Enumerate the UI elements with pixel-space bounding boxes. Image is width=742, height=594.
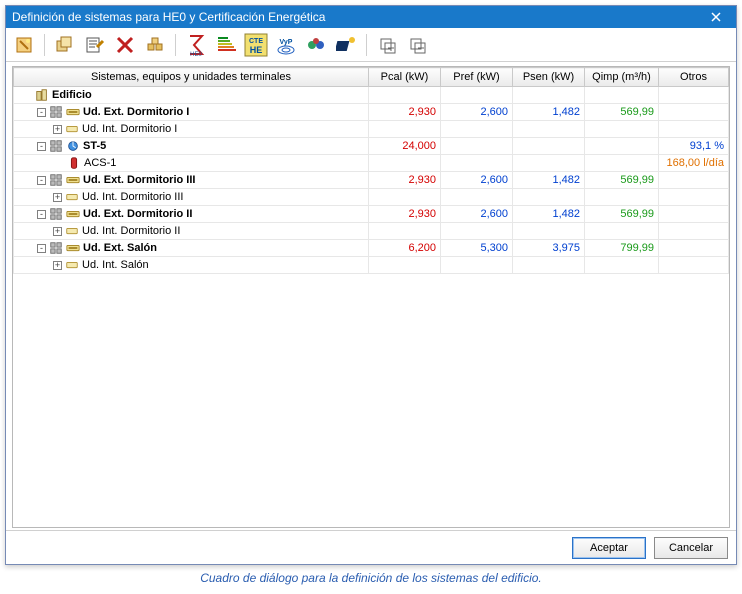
sub-icon — [65, 224, 79, 238]
red-icon — [67, 156, 81, 170]
table-row[interactable]: + Ud. Int. Dormitorio III — [14, 189, 731, 206]
table-row[interactable]: -Ud. Ext. Dormitorio II2,9302,6001,48256… — [14, 206, 731, 223]
col-pcal[interactable]: Pcal (kW) — [369, 68, 441, 87]
table-row[interactable]: -Ud. Ext. Salón6,2005,3003,975799,99 — [14, 240, 731, 257]
row-label: Ud. Int. Dormitorio III — [82, 191, 183, 203]
row-label: Ud. Ext. Salón — [83, 242, 157, 254]
sub-icon — [65, 190, 79, 204]
system-grid-icon — [49, 105, 63, 119]
col-psen[interactable]: Psen (kW) — [513, 68, 585, 87]
row-label: Edificio — [52, 89, 92, 101]
titlebar: Definición de sistemas para HE0 y Certif… — [6, 6, 736, 28]
col-otros[interactable]: Otros — [659, 68, 729, 87]
st-icon — [66, 139, 80, 153]
expand-button[interactable] — [373, 31, 401, 59]
toolbar-separator — [44, 34, 45, 56]
he0-sum-button[interactable]: HE0 — [182, 31, 210, 59]
unit-icon — [66, 105, 80, 119]
table-row[interactable]: -ST-524,00093,1 % — [14, 138, 731, 155]
col-spacer — [729, 68, 731, 87]
table-row[interactable]: ACS-1168,00 l/día — [14, 155, 731, 172]
systems-grid[interactable]: Sistemas, equipos y unidades terminales … — [12, 66, 730, 528]
col-pref[interactable]: Pref (kW) — [441, 68, 513, 87]
cubes-button[interactable] — [141, 31, 169, 59]
row-label: Ud. Ext. Dormitorio I — [83, 106, 189, 118]
wizard-button[interactable] — [10, 31, 38, 59]
content-area: Sistemas, equipos y unidades terminales … — [6, 62, 736, 530]
table-row[interactable]: + Ud. Int. Salón — [14, 257, 731, 274]
row-label: Ud. Ext. Dormitorio III — [83, 174, 195, 186]
unit-icon — [66, 207, 80, 221]
dialog-footer: Aceptar Cancelar — [6, 530, 736, 564]
unit-icon — [66, 241, 80, 255]
delete-button[interactable] — [111, 31, 139, 59]
cancel-button[interactable]: Cancelar — [654, 537, 728, 559]
table-row[interactable]: Edificio — [14, 87, 731, 104]
tree-toggle[interactable]: - — [37, 210, 46, 219]
svg-text:CTE: CTE — [249, 38, 263, 45]
figure-caption: Cuadro de diálogo para la definición de … — [5, 571, 737, 585]
system-grid-icon — [49, 207, 63, 221]
row-label: Ud. Int. Dormitorio II — [82, 225, 180, 237]
solar-button[interactable] — [332, 31, 360, 59]
row-label: Ud. Ext. Dormitorio II — [83, 208, 192, 220]
energy-label-button[interactable] — [212, 31, 240, 59]
row-label: ACS-1 — [84, 157, 116, 169]
accept-button[interactable]: Aceptar — [572, 537, 646, 559]
svg-text:HE0: HE0 — [190, 52, 202, 57]
tree-toggle[interactable]: - — [37, 108, 46, 117]
table-row[interactable]: -Ud. Ext. Dormitorio III2,9302,6001,4825… — [14, 172, 731, 189]
svg-text:HE: HE — [250, 45, 263, 55]
cte-he-button[interactable]: CTEHE — [242, 31, 270, 59]
toolbar: HE0 CTEHE VyP — [6, 28, 736, 62]
sub-icon — [65, 258, 79, 272]
tree-toggle[interactable]: + — [53, 261, 62, 270]
dialog-window: Definición de sistemas para HE0 y Certif… — [5, 5, 737, 565]
materials-button[interactable] — [302, 31, 330, 59]
row-label: ST-5 — [83, 140, 106, 152]
toolbar-separator — [175, 34, 176, 56]
close-button[interactable] — [702, 8, 730, 26]
add-system-button[interactable] — [51, 31, 79, 59]
toolbar-separator — [366, 34, 367, 56]
tree-toggle[interactable]: - — [37, 176, 46, 185]
collapse-button[interactable] — [403, 31, 431, 59]
row-label: Ud. Int. Dormitorio I — [82, 123, 177, 135]
tree-toggle[interactable]: - — [37, 244, 46, 253]
col-qimp[interactable]: Qimp (m³/h) — [585, 68, 659, 87]
tree-toggle[interactable]: + — [53, 227, 62, 236]
table-row[interactable]: + Ud. Int. Dormitorio II — [14, 223, 731, 240]
system-grid-icon — [49, 241, 63, 255]
edit-button[interactable] — [81, 31, 109, 59]
table-row[interactable]: + Ud. Int. Dormitorio I — [14, 121, 731, 138]
building-icon — [35, 88, 49, 102]
svg-text:VyP: VyP — [280, 39, 293, 46]
unit-icon — [66, 173, 80, 187]
system-grid-icon — [49, 173, 63, 187]
row-label: Ud. Int. Salón — [82, 259, 149, 271]
sub-icon — [65, 122, 79, 136]
tree-toggle[interactable]: + — [53, 125, 62, 134]
tree-toggle[interactable]: + — [53, 193, 62, 202]
window-title: Definición de sistemas para HE0 y Certif… — [12, 10, 702, 24]
col-tree[interactable]: Sistemas, equipos y unidades terminales — [14, 68, 369, 87]
system-grid-icon — [49, 139, 63, 153]
vyp-button[interactable]: VyP — [272, 31, 300, 59]
table-row[interactable]: -Ud. Ext. Dormitorio I2,9302,6001,482569… — [14, 104, 731, 121]
tree-toggle[interactable]: - — [37, 142, 46, 151]
